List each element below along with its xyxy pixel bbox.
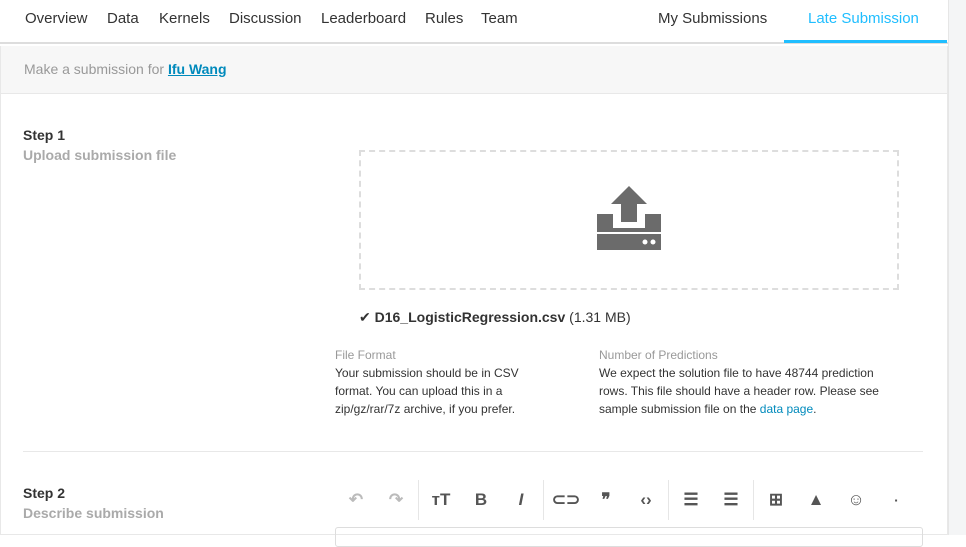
step1-subtitle: Upload submission file (23, 147, 177, 163)
heading-icon[interactable]: тT (421, 480, 461, 520)
file-size: (1.31 MB) (569, 309, 631, 325)
predictions-text: We expect the solution file to have 4874… (599, 366, 879, 416)
quote-icon[interactable]: ❞ (586, 480, 626, 520)
toolbar-separator (543, 480, 544, 520)
check-icon: ✔ (359, 309, 371, 325)
step2-subtitle: Describe submission (23, 505, 164, 521)
tab-leaderboard[interactable]: Leaderboard (321, 10, 406, 27)
tab-data[interactable]: Data (107, 10, 139, 27)
competition-nav: Overview Data Kernels Discussion Leaderb… (0, 0, 948, 44)
file-format-text: Your submission should be in CSV format.… (335, 366, 519, 416)
tab-my-submissions[interactable]: My Submissions (658, 10, 767, 27)
tab-rules[interactable]: Rules (425, 10, 463, 27)
data-page-link[interactable]: data page (760, 402, 813, 416)
link-icon[interactable]: ⊂⊃ (546, 480, 586, 520)
file-drop-zone[interactable] (359, 150, 899, 290)
user-link[interactable]: Ifu Wang (168, 61, 227, 77)
tab-late-submission[interactable]: Late Submission (808, 10, 919, 27)
image-icon[interactable]: ▲ (796, 480, 836, 520)
file-format-label: File Format (335, 348, 396, 362)
more-icon[interactable]: ▪ (876, 480, 916, 520)
tab-team[interactable]: Team (481, 10, 518, 27)
submission-header: Make a submission for Ifu Wang (1, 46, 947, 94)
scrollbar[interactable] (948, 0, 966, 535)
upload-icon (597, 186, 661, 250)
tab-discussion[interactable]: Discussion (229, 10, 302, 27)
unordered-list-icon[interactable]: ☰ (711, 480, 751, 520)
redo-icon[interactable]: ↷ (376, 480, 416, 520)
predictions-info: Number of Predictions We expect the solu… (599, 346, 904, 418)
table-icon[interactable]: ⊞ (756, 480, 796, 520)
predictions-end: . (813, 402, 817, 416)
file-name: D16_LogisticRegression.csv (374, 309, 566, 325)
toolbar-separator (418, 480, 419, 520)
active-tab-indicator (784, 40, 947, 43)
step2-title: Step 2 (23, 485, 66, 501)
code-icon[interactable]: ‹› (626, 480, 666, 520)
toolbar-separator (753, 480, 754, 520)
predictions-label: Number of Predictions (599, 348, 718, 362)
description-editor[interactable] (335, 527, 923, 547)
tab-overview[interactable]: Overview (25, 10, 88, 27)
submission-panel: Make a submission for Ifu Wang (0, 46, 948, 535)
undo-icon[interactable]: ↶ (336, 480, 376, 520)
editor-toolbar: ↶ ↷ тT B I ⊂⊃ ❞ ‹› ☰ ☰ ⊞ ▲ ☺ ▪ (336, 480, 916, 520)
step1-title: Step 1 (23, 127, 66, 143)
divider (23, 451, 923, 452)
tab-kernels[interactable]: Kernels (159, 10, 210, 27)
file-format-info: File Format Your submission should be in… (335, 346, 545, 418)
italic-icon[interactable]: I (501, 480, 541, 520)
emoji-icon[interactable]: ☺ (836, 480, 876, 520)
uploaded-file: ✔ D16_LogisticRegression.csv (1.31 MB) (359, 309, 631, 326)
toolbar-separator (668, 480, 669, 520)
bold-icon[interactable]: B (461, 480, 501, 520)
ordered-list-icon[interactable]: ☰ (671, 480, 711, 520)
header-text: Make a submission for (24, 61, 165, 77)
